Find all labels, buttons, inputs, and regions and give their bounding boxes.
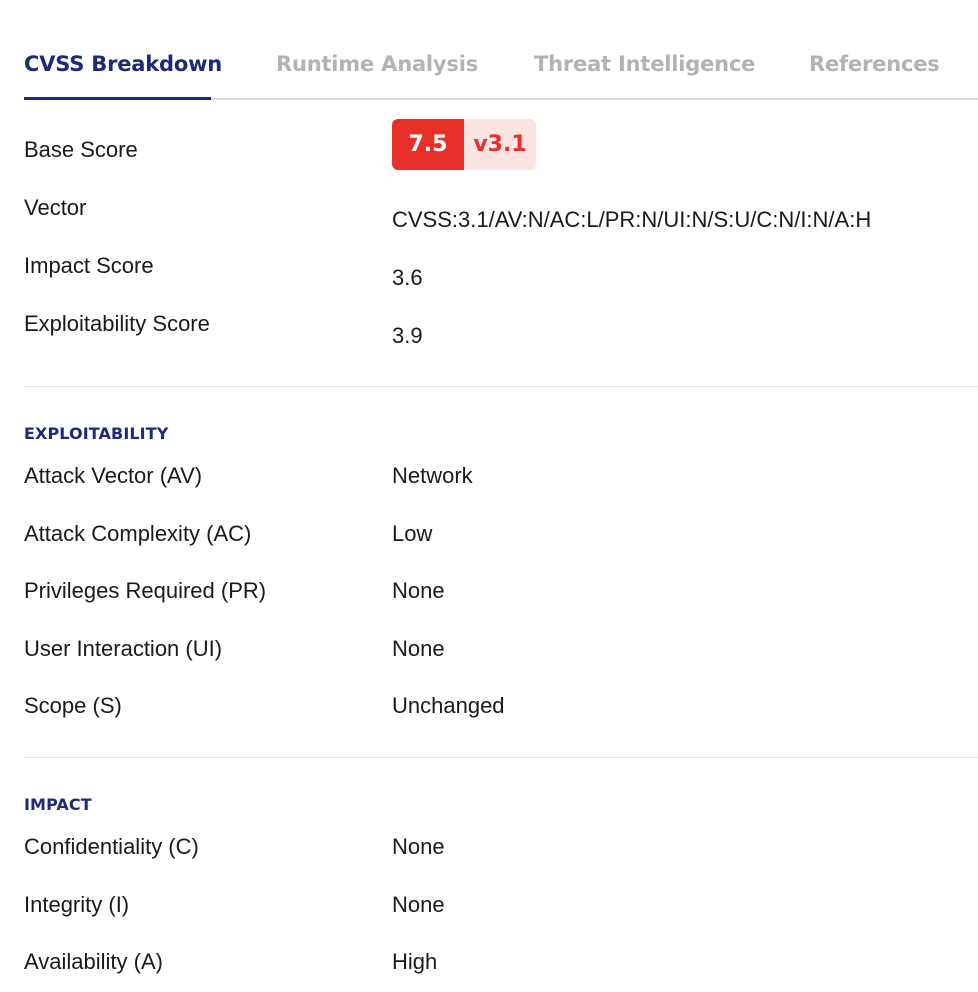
tab-runtime-analysis[interactable]: Runtime Analysis bbox=[276, 36, 478, 98]
impact-score-label: Impact Score bbox=[24, 253, 154, 278]
base-score-label: Base Score bbox=[24, 137, 138, 162]
base-score-badge: 7.5 v3.1 bbox=[392, 119, 536, 170]
metric-value: None bbox=[392, 578, 445, 603]
metric-label: Integrity (I) bbox=[24, 892, 130, 917]
metric-label: User Interaction (UI) bbox=[24, 636, 223, 661]
metric-value: Unchanged bbox=[392, 693, 505, 718]
base-score-value: 7.5 bbox=[392, 119, 464, 170]
metric-label: Attack Complexity (AC) bbox=[24, 521, 252, 546]
divider bbox=[24, 757, 978, 758]
metric-label: Attack Vector (AV) bbox=[24, 463, 203, 488]
metric-label: Scope (S) bbox=[24, 693, 122, 718]
metric-label: Privileges Required (PR) bbox=[24, 578, 267, 603]
metric-value: None bbox=[392, 892, 445, 917]
cvss-version: v3.1 bbox=[464, 119, 536, 170]
impact-section-title: IMPACT bbox=[24, 795, 92, 814]
impact-score-value: 3.6 bbox=[392, 265, 423, 290]
metric-value: Low bbox=[392, 521, 433, 546]
tab-bar: CVSS Breakdown Runtime Analysis Threat I… bbox=[24, 36, 978, 100]
tab-cvss-breakdown[interactable]: CVSS Breakdown bbox=[24, 36, 222, 100]
exploitability-score-label: Exploitability Score bbox=[24, 311, 210, 336]
metric-value: High bbox=[392, 949, 438, 974]
exploitability-score-value: 3.9 bbox=[392, 323, 423, 348]
vector-label: Vector bbox=[24, 195, 87, 220]
tab-references[interactable]: References bbox=[809, 36, 940, 98]
metric-label: Availability (A) bbox=[24, 949, 163, 974]
metric-value: None bbox=[392, 834, 445, 859]
metric-label: Confidentiality (C) bbox=[24, 834, 199, 859]
metric-value: None bbox=[392, 636, 445, 661]
vector-value: CVSS:3.1/AV:N/AC:L/PR:N/UI:N/S:U/C:N/I:N… bbox=[392, 207, 872, 232]
tab-threat-intelligence[interactable]: Threat Intelligence bbox=[534, 36, 755, 98]
exploitability-section-title: EXPLOITABILITY bbox=[24, 424, 169, 443]
metric-value: Network bbox=[392, 463, 473, 488]
divider bbox=[24, 386, 978, 387]
